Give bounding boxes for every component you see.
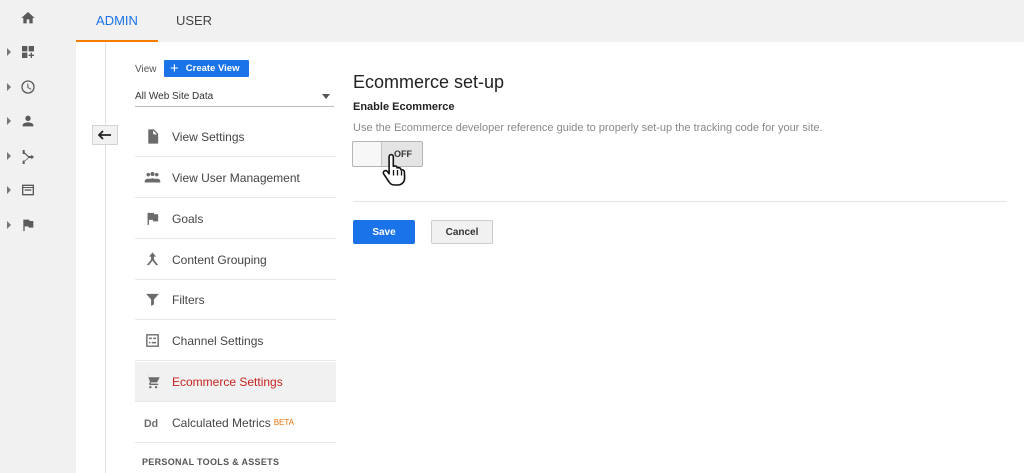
- person-icon: [19, 112, 37, 130]
- rail-item-customization[interactable]: [0, 35, 76, 69]
- section-divider: [353, 201, 1007, 202]
- nav-item-label: Content Grouping: [172, 252, 267, 267]
- rail-item-home[interactable]: [0, 1, 76, 35]
- selected-view: All Web Site Data: [135, 91, 214, 102]
- nav-item-label: View Settings: [172, 129, 245, 144]
- nav-guide-line: [105, 42, 106, 473]
- beta-badge: BETA: [273, 418, 295, 427]
- content-grouping-icon: [143, 251, 161, 269]
- document-icon: [143, 128, 161, 146]
- nav-item-label: Channel Settings: [172, 333, 264, 348]
- nav-item-filters[interactable]: Filters: [135, 280, 336, 320]
- clock-icon: [19, 78, 37, 96]
- page-title: Ecommerce set-up: [353, 72, 505, 92]
- acquisition-icon: [19, 147, 37, 165]
- rail-item-audience[interactable]: [0, 104, 76, 138]
- nav-item-calculated-metrics[interactable]: Dd Calculated Metrics BETA: [135, 403, 336, 443]
- nav-item-view-user-management[interactable]: View User Management: [135, 158, 336, 198]
- tab-user[interactable]: USER: [158, 0, 230, 42]
- save-button[interactable]: Save: [353, 220, 415, 244]
- flag-icon: [143, 210, 161, 228]
- expand-caret-icon: [7, 48, 11, 56]
- nav-item-content-grouping[interactable]: Content Grouping: [135, 240, 336, 280]
- rail-item-conversions[interactable]: [0, 208, 76, 242]
- channel-settings-icon: [143, 332, 161, 350]
- create-view-button[interactable]: + Create View: [164, 60, 249, 77]
- toggle-knob: [353, 142, 382, 166]
- nav-item-label: Goals: [172, 211, 204, 226]
- dashboard-customization-icon: [19, 43, 37, 61]
- flag-icon: [19, 216, 37, 234]
- view-selector[interactable]: All Web Site Data: [135, 87, 334, 107]
- nav-item-label: Filters: [172, 292, 205, 307]
- nav-item-label: Ecommerce Settings: [172, 374, 283, 389]
- nav-item-view-settings[interactable]: View Settings: [135, 117, 336, 157]
- rail-item-acquisition[interactable]: [0, 139, 76, 173]
- plus-icon: +: [170, 60, 179, 77]
- home-icon: [19, 9, 37, 27]
- tab-admin[interactable]: ADMIN: [76, 0, 158, 42]
- create-view-label: Create View: [185, 63, 240, 74]
- expand-caret-icon: [7, 117, 11, 125]
- cart-icon: [143, 373, 161, 391]
- nav-item-label: Calculated Metrics: [172, 415, 271, 430]
- back-arrow-icon: [98, 130, 111, 140]
- expand-caret-icon: [7, 152, 11, 160]
- section-title-personal-tools: PERSONAL TOOLS & ASSETS: [142, 457, 280, 467]
- dropdown-arrow-icon: [322, 94, 330, 99]
- left-rail: [0, 0, 76, 473]
- back-button[interactable]: [92, 125, 118, 145]
- cancel-button[interactable]: Cancel: [431, 220, 493, 244]
- hand-pointer-cursor-icon: [382, 153, 406, 186]
- nav-item-label: View User Management: [172, 170, 300, 185]
- nav-item-ecommerce-settings[interactable]: Ecommerce Settings: [135, 362, 336, 402]
- ecommerce-description: Use the Ecommerce developer reference gu…: [353, 122, 823, 134]
- rail-item-behavior[interactable]: [0, 173, 76, 207]
- view-label: View: [135, 64, 157, 75]
- filter-icon: [143, 291, 161, 309]
- expand-caret-icon: [7, 83, 11, 91]
- browser-window-icon: [19, 181, 37, 199]
- expand-caret-icon: [7, 221, 11, 229]
- enable-ecommerce-heading: Enable Ecommerce: [353, 101, 455, 113]
- people-icon: [143, 169, 161, 187]
- active-tab-indicator: [76, 40, 158, 42]
- rail-item-realtime[interactable]: [0, 70, 76, 104]
- nav-item-channel-settings[interactable]: Channel Settings: [135, 321, 336, 361]
- nav-item-goals[interactable]: Goals: [135, 199, 336, 239]
- svg-text:Dd: Dd: [144, 418, 158, 430]
- dd-icon: Dd: [143, 414, 161, 432]
- expand-caret-icon: [7, 186, 11, 194]
